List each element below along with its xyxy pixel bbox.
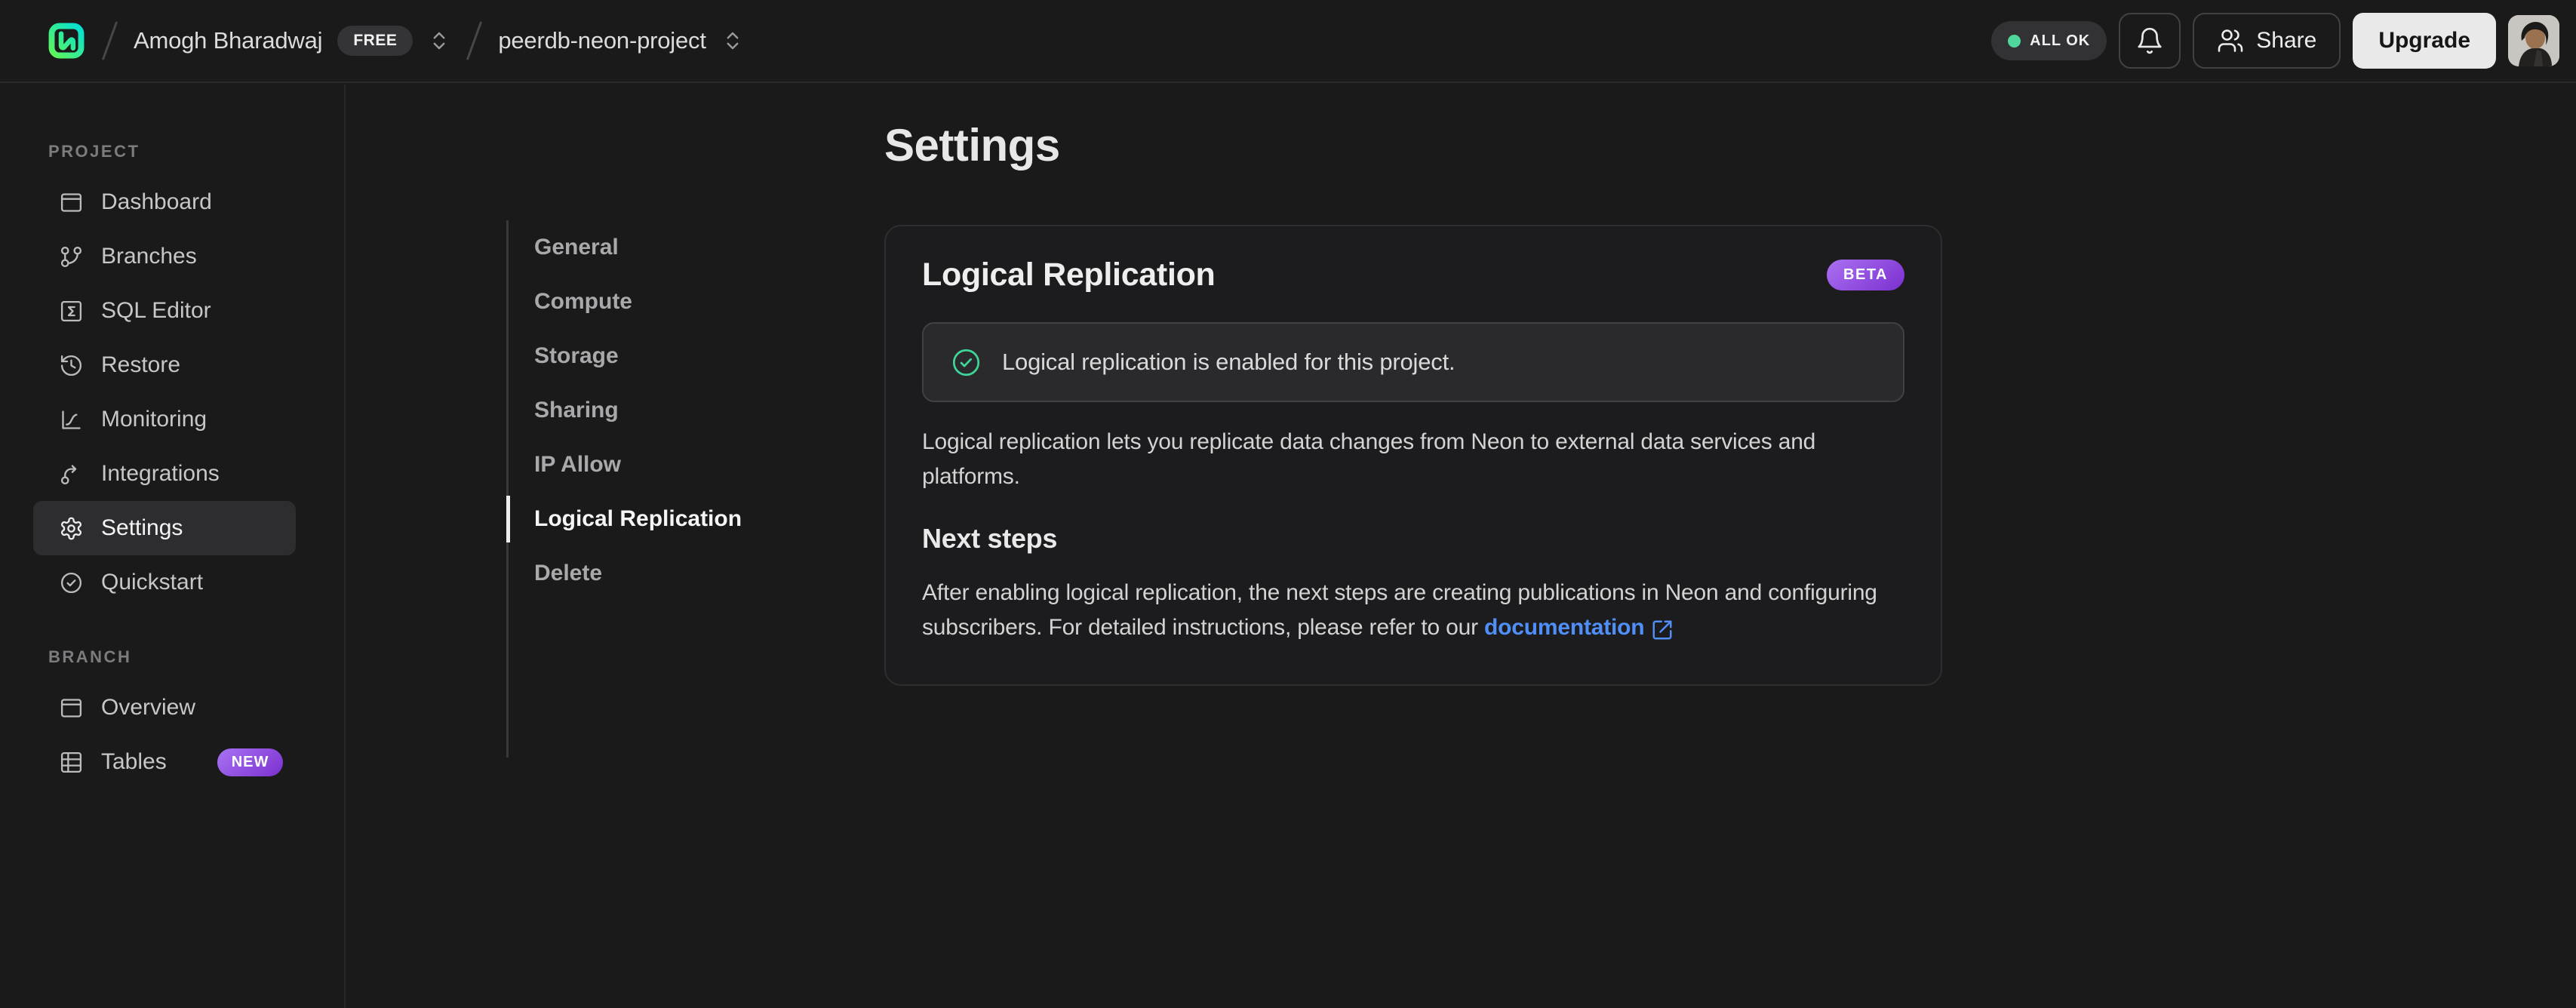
beta-badge: BETA <box>1827 260 1904 290</box>
documentation-link-label: documentation <box>1484 615 1645 640</box>
integrations-icon <box>59 462 84 487</box>
settings-nav-sharing[interactable]: Sharing <box>509 383 868 438</box>
git-branch-icon <box>59 244 84 269</box>
sidebar-item-quickstart[interactable]: Quickstart <box>33 555 296 610</box>
settings-nav-storage[interactable]: Storage <box>509 329 868 383</box>
sidebar-item-label: Overview <box>101 695 196 720</box>
sidebar-item-integrations[interactable]: Integrations <box>33 447 296 501</box>
settings-nav: General Compute Storage Sharing IP Allow… <box>506 220 868 758</box>
sidebar-section-branch: BRANCH <box>48 647 132 666</box>
page-title: Settings <box>884 120 1060 171</box>
logical-replication-card: Logical Replication BETA Logical replica… <box>884 225 1942 686</box>
notifications-button[interactable] <box>2119 13 2181 69</box>
check-circle-icon <box>951 347 982 378</box>
card-description: Logical replication lets you replicate d… <box>922 429 1816 489</box>
users-icon <box>2217 27 2244 54</box>
new-badge: NEW <box>217 748 284 776</box>
sidebar-item-label: Tables <box>101 749 167 774</box>
next-steps-text: After enabling logical replication, the … <box>922 576 1904 645</box>
breadcrumb: Amogh Bharadwaj FREE peerdb-neon-project <box>47 20 744 61</box>
topbar-actions: ALL OK Share Upgrade <box>1991 13 2559 69</box>
check-circle-icon <box>59 570 84 595</box>
settings-nav-ip-allow[interactable]: IP Allow <box>509 438 868 492</box>
sidebar-item-label: Restore <box>101 352 181 377</box>
table-icon <box>59 750 84 775</box>
documentation-link[interactable]: documentation <box>1484 610 1674 645</box>
neon-logo[interactable] <box>47 21 86 60</box>
sidebar-item-sql-editor[interactable]: SQL Editor <box>33 284 296 338</box>
next-steps-body: After enabling logical replication, the … <box>922 580 1877 640</box>
card-title: Logical Replication <box>922 257 1216 293</box>
sidebar-item-tables[interactable]: Tables NEW <box>33 735 296 789</box>
bell-icon <box>2135 26 2164 55</box>
main-content: Settings General Compute Storage Sharing… <box>347 85 2576 1008</box>
breadcrumb-project[interactable]: peerdb-neon-project <box>498 27 743 54</box>
breadcrumb-slash <box>466 21 483 60</box>
org-name: Amogh Bharadwaj <box>134 27 323 54</box>
window-icon <box>59 696 84 721</box>
monitoring-chart-icon <box>59 407 84 432</box>
chevrons-up-down-icon[interactable] <box>721 29 744 52</box>
avatar[interactable] <box>2508 15 2559 66</box>
chevrons-up-down-icon[interactable] <box>428 29 450 52</box>
sidebar-item-overview[interactable]: Overview <box>33 681 296 735</box>
card-header: Logical Replication BETA <box>922 257 1904 293</box>
settings-nav-general[interactable]: General <box>509 220 868 275</box>
status-label: ALL OK <box>2030 32 2091 49</box>
sidebar-item-label: Settings <box>101 515 183 540</box>
sidebar-item-restore[interactable]: Restore <box>33 338 296 392</box>
project-name: peerdb-neon-project <box>498 27 706 54</box>
share-button[interactable]: Share <box>2193 13 2341 69</box>
sidebar-item-dashboard[interactable]: Dashboard <box>33 175 296 229</box>
topbar: Amogh Bharadwaj FREE peerdb-neon-project… <box>0 0 2576 83</box>
upgrade-button[interactable]: Upgrade <box>2353 13 2496 69</box>
breadcrumb-slash <box>101 21 118 60</box>
sidebar-item-label: SQL Editor <box>101 298 211 323</box>
sidebar-item-settings[interactable]: Settings <box>33 501 296 555</box>
alert-text: Logical replication is enabled for this … <box>1002 349 1456 375</box>
sidebar-item-branches[interactable]: Branches <box>33 229 296 284</box>
sidebar-item-monitoring[interactable]: Monitoring <box>33 392 296 447</box>
settings-nav-logical-replication[interactable]: Logical Replication <box>506 492 868 546</box>
sidebar-item-label: Dashboard <box>101 189 212 214</box>
sidebar-item-label: Branches <box>101 244 197 269</box>
sidebar-section-project: PROJECT <box>48 142 140 161</box>
sidebar-item-label: Monitoring <box>101 407 207 432</box>
share-label: Share <box>2256 28 2317 53</box>
dashboard-icon <box>59 190 84 215</box>
success-alert: Logical replication is enabled for this … <box>922 322 1904 402</box>
sidebar-item-label: Integrations <box>101 461 220 486</box>
restore-history-icon <box>59 353 84 378</box>
gear-icon <box>59 516 84 541</box>
sidebar: PROJECT Dashboard Branches SQL Editor Re… <box>0 85 346 1008</box>
breadcrumb-org[interactable]: Amogh Bharadwaj FREE <box>134 26 450 56</box>
sql-editor-icon <box>59 299 84 324</box>
next-steps-title: Next steps <box>922 523 1058 554</box>
plan-badge: FREE <box>337 26 413 56</box>
status-badge[interactable]: ALL OK <box>1991 21 2107 60</box>
external-link-icon <box>1651 616 1674 640</box>
settings-nav-compute[interactable]: Compute <box>509 275 868 329</box>
status-dot-icon <box>2008 34 2021 48</box>
settings-nav-delete[interactable]: Delete <box>509 546 868 601</box>
sidebar-item-label: Quickstart <box>101 570 204 595</box>
